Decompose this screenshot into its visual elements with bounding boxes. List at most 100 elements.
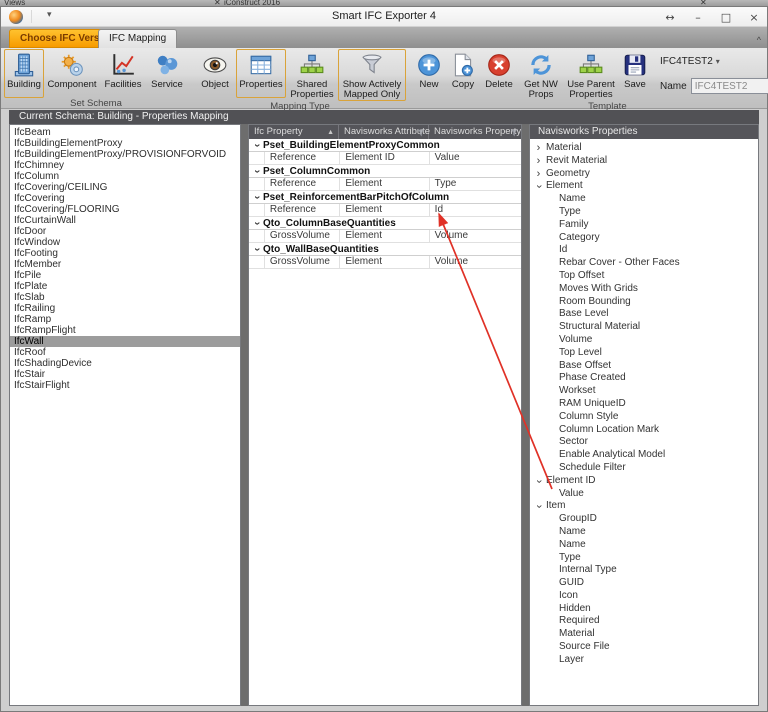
table-row[interactable]: ReferenceElementType	[249, 178, 521, 191]
tree-leaf-required[interactable]: Required	[530, 615, 758, 628]
quick-access-caret-icon[interactable]: ▾	[47, 9, 52, 20]
tree-node-revit-material[interactable]: ›Revit Material	[530, 155, 758, 168]
panel-splitter[interactable]	[522, 124, 529, 706]
list-item-ifcrampflight[interactable]: IfcRampFlight	[10, 325, 240, 336]
tree-leaf-type[interactable]: Type	[530, 206, 758, 219]
column-header-navisworks-property[interactable]: Navisworks Property	[429, 125, 521, 139]
minimize-button[interactable]: –	[691, 11, 705, 24]
chevron-expanded-icon[interactable]: ›	[533, 477, 544, 486]
ribbon-button-use-parent-properties[interactable]: Use Parent Properties	[564, 49, 618, 101]
tab-ifc-mapping[interactable]: IFC Mapping	[98, 29, 177, 48]
ribbon-button-facilities[interactable]: Facilities	[100, 49, 146, 98]
column-header-ifc-property[interactable]: Ifc Property▲	[249, 125, 339, 139]
tree-leaf-internal-type[interactable]: Internal Type	[530, 564, 758, 577]
table-group-row-qto-wallbasequantities[interactable]: ›Qto_WallBaseQuantities	[249, 243, 521, 256]
ribbon-button-component[interactable]: Component	[44, 49, 100, 98]
table-cell[interactable]: Volume	[430, 230, 521, 242]
chevron-expanded-icon[interactable]: ›	[533, 182, 544, 191]
list-item-ifcramp[interactable]: IfcRamp	[10, 314, 240, 325]
table-row[interactable]: GrossVolumeElementVolume	[249, 230, 521, 243]
template-name-input[interactable]	[691, 78, 768, 94]
list-item-ifcbeam[interactable]: IfcBeam	[10, 127, 240, 138]
list-item-ifcwindow[interactable]: IfcWindow	[10, 237, 240, 248]
table-row[interactable]: ReferenceElement IDValue	[249, 152, 521, 165]
table-group-row-qto-columnbasequantities[interactable]: ›Qto_ColumnBaseQuantities	[249, 217, 521, 230]
tree-leaf-material[interactable]: Material	[530, 628, 758, 641]
tree-leaf-source-file[interactable]: Source File	[530, 641, 758, 654]
list-item-ifcstair[interactable]: IfcStair	[10, 369, 240, 380]
list-item-ifcplate[interactable]: IfcPlate	[10, 281, 240, 292]
ribbon-button-save[interactable]: Save	[618, 49, 652, 98]
chevron-expanded-icon[interactable]: ›	[251, 167, 262, 176]
list-item-ifcpile[interactable]: IfcPile	[10, 270, 240, 281]
tree-leaf-structural-material[interactable]: Structural Material	[530, 321, 758, 334]
tree-leaf-rebar-cover-other-faces[interactable]: Rebar Cover - Other Faces	[530, 257, 758, 270]
table-cell[interactable]: Reference	[265, 204, 340, 216]
list-item-ifcstairflight[interactable]: IfcStairFlight	[10, 380, 240, 391]
tree-node-item[interactable]: ›Item	[530, 500, 758, 513]
table-cell[interactable]: Element	[340, 230, 429, 242]
ribbon-button-building[interactable]: Building	[4, 49, 44, 98]
tree-leaf-volume[interactable]: Volume	[530, 334, 758, 347]
table-cell[interactable]: Element	[340, 204, 429, 216]
ribbon-button-new[interactable]: New	[412, 49, 446, 98]
table-cell[interactable]: Value	[430, 152, 521, 164]
chevron-expanded-icon[interactable]: ›	[251, 219, 262, 228]
table-group-row-pset-buildingelementproxycommon[interactable]: ›Pset_BuildingElementProxyCommon	[249, 139, 521, 152]
ribbon-button-get-nw-props[interactable]: Get NW Props	[518, 49, 564, 101]
chevron-expanded-icon[interactable]: ›	[251, 245, 262, 254]
template-select-dropdown[interactable]: IFC4TEST2▾	[660, 56, 768, 67]
tree-leaf-phase-created[interactable]: Phase Created	[530, 372, 758, 385]
list-item-ifcbuildingelementproxy[interactable]: IfcBuildingElementProxy	[10, 138, 240, 149]
list-item-ifcfooting[interactable]: IfcFooting	[10, 248, 240, 259]
tree-leaf-base-level[interactable]: Base Level	[530, 308, 758, 321]
chevron-expanded-icon[interactable]: ›	[251, 141, 262, 150]
table-cell[interactable]: GrossVolume	[265, 230, 340, 242]
tree-node-element[interactable]: ›Element	[530, 180, 758, 193]
table-cell[interactable]: Element	[340, 178, 429, 190]
tree-leaf-id[interactable]: Id	[530, 244, 758, 257]
list-item-ifccovering-ceiling[interactable]: IfcCovering/CEILING	[10, 182, 240, 193]
list-item-ifccovering-flooring[interactable]: IfcCovering/FLOORING	[10, 204, 240, 215]
list-item-ifcmember[interactable]: IfcMember	[10, 259, 240, 270]
tree-leaf-sector[interactable]: Sector	[530, 436, 758, 449]
chevron-collapsed-icon[interactable]: ›	[534, 169, 543, 180]
table-cell[interactable]: Reference	[265, 178, 340, 190]
resize-horizontal-button[interactable]: ↔	[663, 11, 677, 24]
list-item-ifcrailing[interactable]: IfcRailing	[10, 303, 240, 314]
tree-node-element-id[interactable]: ›Element ID	[530, 475, 758, 488]
tree-leaf-name[interactable]: Name	[530, 539, 758, 552]
list-item-ifccovering[interactable]: IfcCovering	[10, 193, 240, 204]
tree-leaf-value[interactable]: Value	[530, 488, 758, 501]
table-cell[interactable]: Reference	[265, 152, 340, 164]
table-cell[interactable]: Id	[430, 204, 521, 216]
table-group-row-pset-reinforcementbarpitchofcolumn[interactable]: ›Pset_ReinforcementBarPitchOfColumn	[249, 191, 521, 204]
table-cell[interactable]: Element ID	[340, 152, 429, 164]
tree-leaf-top-level[interactable]: Top Level	[530, 347, 758, 360]
column-header-navisworks-attribute[interactable]: Navisworks Attribute	[339, 125, 429, 139]
tree-leaf-moves-with-grids[interactable]: Moves With Grids	[530, 283, 758, 296]
chevron-expanded-icon[interactable]: ›	[533, 502, 544, 511]
tree-leaf-guid[interactable]: GUID	[530, 577, 758, 590]
table-row[interactable]: ReferenceElementId	[249, 204, 521, 217]
tree-leaf-schedule-filter[interactable]: Schedule Filter	[530, 462, 758, 475]
tree-leaf-workset[interactable]: Workset	[530, 385, 758, 398]
tree-leaf-base-offset[interactable]: Base Offset	[530, 360, 758, 373]
tree-leaf-top-offset[interactable]: Top Offset	[530, 270, 758, 283]
table-cell[interactable]: GrossVolume	[265, 256, 340, 268]
list-item-ifcchimney[interactable]: IfcChimney	[10, 160, 240, 171]
tree-leaf-type[interactable]: Type	[530, 552, 758, 565]
ribbon-button-shared-properties[interactable]: Shared Properties	[286, 49, 338, 101]
ribbon-button-show-actively-mapped-only[interactable]: Show Actively Mapped Only	[338, 49, 406, 101]
tree-leaf-hidden[interactable]: Hidden	[530, 603, 758, 616]
list-item-ifcshadingdevice[interactable]: IfcShadingDevice	[10, 358, 240, 369]
list-item-ifcslab[interactable]: IfcSlab	[10, 292, 240, 303]
ribbon-collapse-icon[interactable]: ^	[757, 35, 761, 45]
table-group-row-pset-columncommon[interactable]: ›Pset_ColumnCommon	[249, 165, 521, 178]
list-item-ifcwall[interactable]: IfcWall	[10, 336, 240, 347]
app-icon[interactable]	[9, 10, 23, 24]
list-item-ifcroof[interactable]: IfcRoof	[10, 347, 240, 358]
tree-leaf-groupid[interactable]: GroupID	[530, 513, 758, 526]
ribbon-button-service[interactable]: Service	[146, 49, 188, 98]
tree-leaf-name[interactable]: Name	[530, 526, 758, 539]
